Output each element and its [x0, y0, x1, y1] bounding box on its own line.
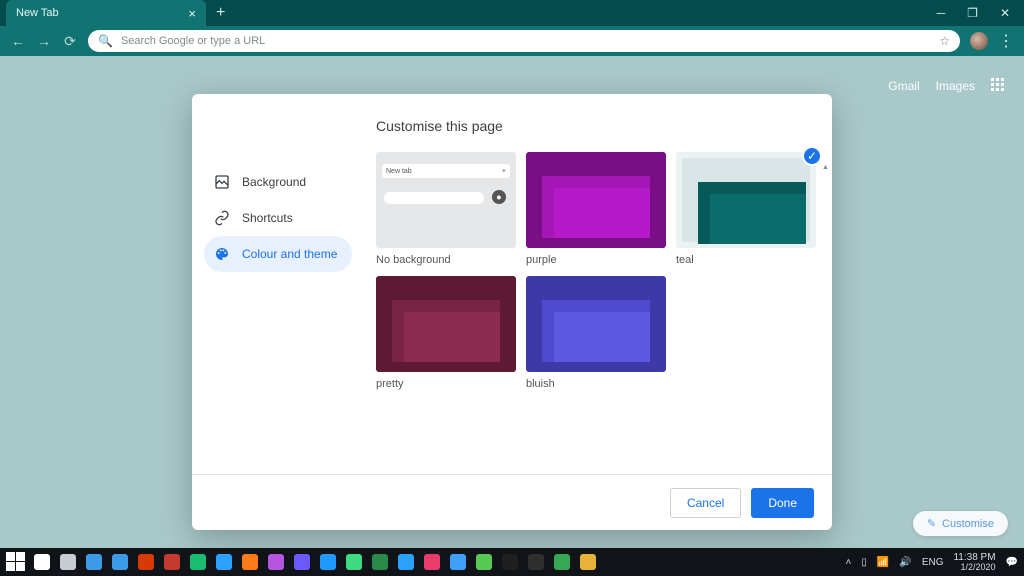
taskbar-app-icon[interactable] — [446, 550, 470, 574]
clock-date: 1/2/2020 — [953, 563, 995, 572]
theme-grid: New tab+ ● No background purple ✓ teal prettyb… — [376, 152, 816, 390]
images-link[interactable]: Images — [936, 79, 975, 93]
notifications-icon[interactable]: 💬 — [1006, 557, 1018, 568]
taskbar-app-icon[interactable] — [550, 550, 574, 574]
taskbar-app-icon[interactable] — [134, 550, 158, 574]
scroll-up-icon[interactable] — [822, 156, 828, 166]
taskbar-app-icon[interactable] — [420, 550, 444, 574]
cancel-button[interactable]: Cancel — [670, 488, 741, 518]
dialog-title: Customise this page — [376, 118, 816, 134]
new-tab-button[interactable]: + — [216, 4, 225, 22]
system-tray: ˄ ▯ 📶 🔊 ENG 11:38 PM 1/2/2020 💬 — [846, 553, 1018, 572]
tray-chevron-icon[interactable]: ˄ — [846, 557, 852, 568]
clock[interactable]: 11:38 PM 1/2/2020 — [953, 553, 995, 572]
browser-tab[interactable]: New Tab × — [6, 0, 206, 26]
ntp-header-links: Gmail Images — [870, 58, 1024, 113]
taskbar-app-icon[interactable] — [524, 550, 548, 574]
taskbar-app-icon[interactable] — [238, 550, 262, 574]
taskbar-app-icon[interactable] — [394, 550, 418, 574]
gmail-link[interactable]: Gmail — [888, 79, 919, 93]
mini-urlbar — [384, 192, 484, 204]
theme-card[interactable]: pretty — [376, 276, 516, 390]
taskbar-app-icon[interactable] — [82, 550, 106, 574]
customise-pill[interactable]: ✎ Customise — [913, 511, 1008, 536]
taskbar-app-icon[interactable] — [342, 550, 366, 574]
clock-time: 11:38 PM — [953, 553, 995, 563]
palette-icon — [214, 246, 230, 262]
dialog-main: Customise this page New tab+ ● No backgrou… — [360, 94, 832, 474]
sidebar-item-label: Background — [242, 175, 306, 189]
sidebar-item-colour-theme[interactable]: Colour and theme — [204, 236, 352, 272]
browser-toolbar: ← → ⟳ 🔍 Search Google or type a URL ☆ ⋮ — [0, 26, 1024, 56]
window-controls: ─ ❐ ✕ — [937, 0, 1024, 26]
taskbar-app-icon[interactable] — [498, 550, 522, 574]
theme-label: teal — [676, 254, 816, 266]
omnibox-placeholder: Search Google or type a URL — [121, 35, 931, 47]
theme-card[interactable]: bluish — [526, 276, 666, 390]
sidebar-item-label: Colour and theme — [242, 247, 337, 261]
theme-swatch — [526, 152, 666, 248]
search-icon: 🔍 — [98, 34, 113, 48]
taskbar-app-icon[interactable] — [30, 550, 54, 574]
window-titlebar: New Tab × + ─ ❐ ✕ — [0, 0, 1024, 26]
taskbar-app-icon[interactable] — [316, 550, 340, 574]
theme-swatch — [526, 276, 666, 372]
taskbar-app-icon[interactable] — [56, 550, 80, 574]
taskbar-app-icon[interactable] — [368, 550, 392, 574]
theme-card[interactable]: New tab+ ● No background — [376, 152, 516, 266]
theme-label: No background — [376, 254, 516, 266]
theme-label: purple — [526, 254, 666, 266]
taskbar-app-icon[interactable] — [186, 550, 210, 574]
theme-swatch: New tab+ ● — [376, 152, 516, 248]
sidebar-item-background[interactable]: Background — [204, 164, 352, 200]
taskbar-app-icon[interactable] — [472, 550, 496, 574]
theme-card[interactable]: ✓ teal — [676, 152, 816, 266]
customise-dialog: Background Shortcuts Colour and theme Cu… — [192, 94, 832, 530]
minimize-icon[interactable]: ─ — [937, 6, 946, 20]
mini-tabstrip: New tab+ — [382, 164, 510, 178]
sidebar-item-label: Shortcuts — [242, 211, 293, 225]
pencil-icon: ✎ — [927, 517, 936, 530]
done-button[interactable]: Done — [751, 488, 814, 518]
apps-grid-icon[interactable] — [991, 78, 1006, 93]
dialog-footer: Cancel Done — [192, 474, 832, 530]
theme-label: pretty — [376, 378, 516, 390]
taskbar-app-icon[interactable] — [108, 550, 132, 574]
battery-icon[interactable]: ▯ — [861, 557, 867, 568]
forward-button[interactable]: → — [36, 33, 52, 49]
tab-title: New Tab — [16, 7, 59, 19]
maximize-icon[interactable]: ❐ — [967, 6, 978, 20]
selected-check-icon: ✓ — [802, 146, 822, 166]
dialog-sidebar: Background Shortcuts Colour and theme — [192, 94, 360, 474]
theme-swatch — [376, 276, 516, 372]
windows-taskbar: ˄ ▯ 📶 🔊 ENG 11:38 PM 1/2/2020 💬 — [0, 548, 1024, 576]
taskbar-app-icon[interactable] — [160, 550, 184, 574]
customise-pill-label: Customise — [942, 518, 994, 530]
taskbar-app-icon[interactable] — [290, 550, 314, 574]
wifi-icon[interactable]: 📶 — [877, 557, 889, 568]
taskbar-app-icon[interactable] — [212, 550, 236, 574]
mini-account-icon: ● — [492, 190, 506, 204]
sidebar-item-shortcuts[interactable]: Shortcuts — [204, 200, 352, 236]
link-icon — [214, 210, 230, 226]
theme-label: bluish — [526, 378, 666, 390]
theme-swatch: ✓ — [676, 152, 816, 248]
image-icon — [214, 174, 230, 190]
start-button[interactable] — [6, 552, 26, 572]
volume-icon[interactable]: 🔊 — [899, 557, 911, 568]
taskbar-app-icon[interactable] — [264, 550, 288, 574]
theme-card[interactable]: purple — [526, 152, 666, 266]
omnibox[interactable]: 🔍 Search Google or type a URL ☆ — [88, 30, 960, 52]
bookmark-star-icon[interactable]: ☆ — [939, 34, 950, 48]
language-indicator[interactable]: ENG — [922, 557, 944, 568]
back-button[interactable]: ← — [10, 33, 26, 49]
reload-button[interactable]: ⟳ — [62, 33, 78, 50]
taskbar-app-icon[interactable] — [576, 550, 600, 574]
close-window-icon[interactable]: ✕ — [1000, 6, 1010, 20]
close-tab-icon[interactable]: × — [188, 6, 196, 21]
profile-avatar[interactable] — [970, 32, 988, 50]
browser-menu-icon[interactable]: ⋮ — [998, 31, 1014, 51]
